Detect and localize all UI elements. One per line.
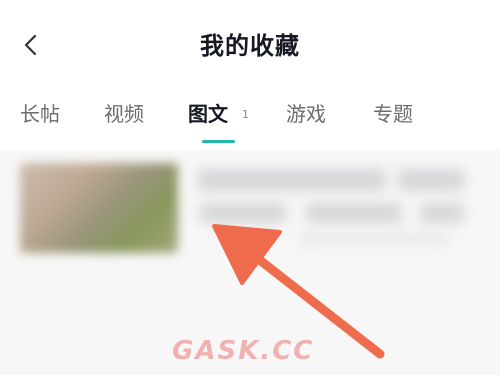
- tab-videos[interactable]: 视频: [104, 98, 144, 127]
- blurred-meta-line: [300, 235, 450, 243]
- tab-games[interactable]: 游戏: [286, 98, 326, 127]
- tab-image-text[interactable]: 图文 1: [188, 98, 249, 127]
- favorite-item-card[interactable]: [0, 155, 500, 265]
- blurred-title-line: [198, 169, 386, 191]
- tab-topics[interactable]: 专题: [373, 98, 413, 127]
- blurred-meta-line: [306, 203, 402, 223]
- watermark-text: GASK.CC: [172, 336, 315, 366]
- blurred-meta-line: [200, 203, 286, 223]
- blurred-title-line: [398, 169, 464, 191]
- favorites-screen: 我的收藏 长帖 视频 图文 1 游戏 专题 GASK.CC: [0, 0, 500, 375]
- favorite-item-thumbnail: [20, 163, 178, 253]
- page-title: 我的收藏: [200, 32, 300, 60]
- tab-long-posts[interactable]: 长帖: [20, 98, 60, 127]
- tab-bar: 长帖 视频 图文 1 游戏 专题: [0, 98, 500, 148]
- tab-count-badge: 1: [242, 108, 249, 121]
- active-tab-indicator: [202, 140, 235, 143]
- tab-image-text-label: 图文: [188, 102, 228, 126]
- blurred-meta-line: [420, 203, 464, 223]
